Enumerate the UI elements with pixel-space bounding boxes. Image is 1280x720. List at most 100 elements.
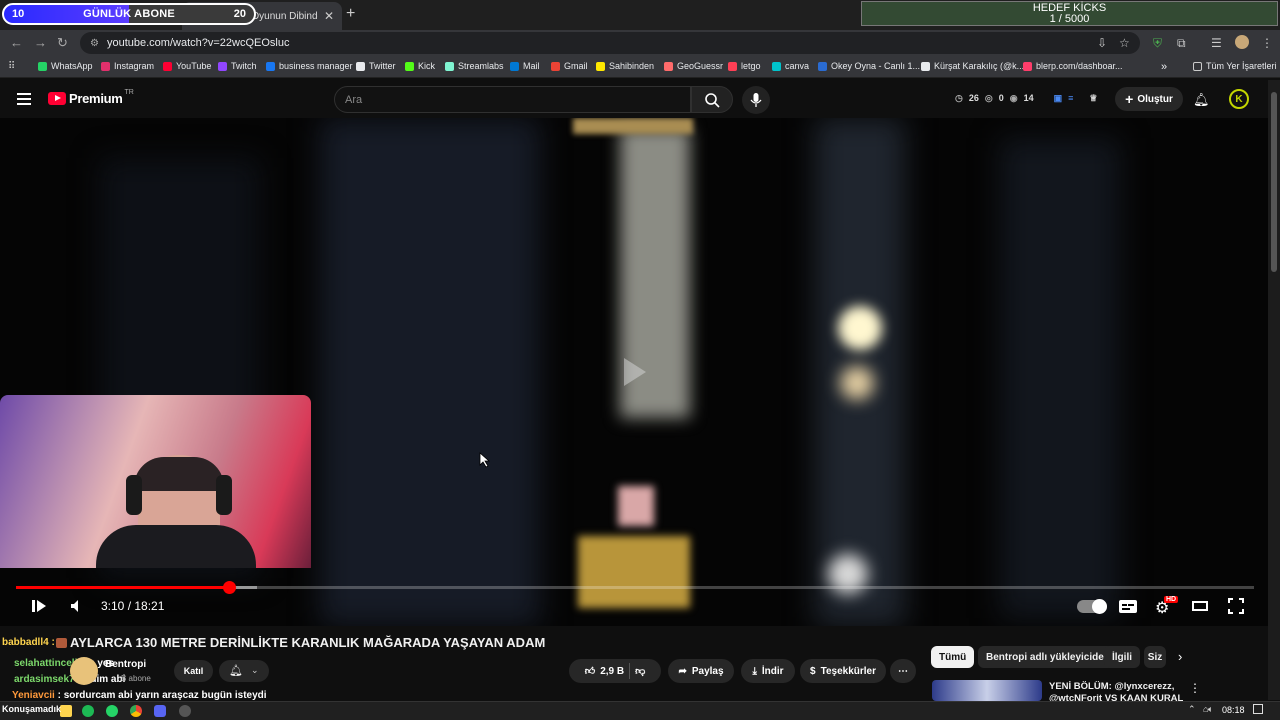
hamburger-menu-icon[interactable] bbox=[17, 93, 31, 105]
progress-scrubber[interactable] bbox=[222, 581, 236, 594]
recommendation-title[interactable]: YENİ BÖLÜM: @lynxcerezz, bbox=[1049, 681, 1174, 692]
more-bookmarks-icon[interactable]: » bbox=[1161, 61, 1167, 73]
clock-time[interactable]: 08:18 bbox=[1222, 705, 1245, 715]
chip-related[interactable]: İlgili bbox=[1104, 646, 1140, 668]
bookmark-instagram[interactable]: Instagram bbox=[101, 61, 154, 71]
account-avatar[interactable]: K bbox=[1229, 89, 1249, 109]
forward-icon[interactable]: → bbox=[34, 35, 47, 50]
reload-icon[interactable]: ↻ bbox=[57, 35, 68, 51]
more-actions-button[interactable]: ⋯ bbox=[890, 659, 916, 683]
youtube-premium-logo[interactable]: Premium TR bbox=[48, 89, 134, 106]
thanks-button[interactable]: $ Teşekkürler bbox=[800, 659, 886, 683]
outlook-icon bbox=[510, 61, 519, 71]
discord-icon[interactable] bbox=[154, 705, 166, 717]
translate-icon[interactable]: ▣ bbox=[1054, 93, 1063, 104]
notification-center-icon[interactable] bbox=[1253, 704, 1263, 714]
recommendation-thumbnail[interactable] bbox=[932, 680, 1042, 701]
streamlabs-icon bbox=[445, 61, 454, 71]
profile-avatar-icon[interactable] bbox=[1235, 35, 1249, 49]
page-scrollbar[interactable] bbox=[1268, 80, 1280, 700]
subs-label: GÜNLÜK ABONE bbox=[83, 8, 175, 20]
speaker-icon[interactable]: 🔈︎ bbox=[1208, 704, 1213, 715]
new-tab-icon[interactable]: + bbox=[346, 6, 355, 22]
voice-search-button[interactable] bbox=[742, 86, 770, 114]
bookmark-okey[interactable]: Okey Oyna - Canlı 1... bbox=[818, 61, 920, 71]
chip-all[interactable]: Tümü bbox=[931, 646, 975, 668]
thumbs-down-icon[interactable]: 👎︎ bbox=[635, 665, 645, 677]
bookmark-twitter[interactable]: Twitter bbox=[356, 61, 396, 71]
reading-list-icon[interactable]: ☰ bbox=[1211, 36, 1222, 50]
search-placeholder: Ara bbox=[345, 94, 363, 106]
settings-button[interactable]: ⚙ HD bbox=[1155, 596, 1179, 618]
recommendation-title-2[interactable]: @wtcNForit VS KAAN KURAL bbox=[1049, 693, 1183, 701]
video-title: AYLARCA 130 METRE DERİNLİKTE KARANLIK MA… bbox=[70, 635, 546, 650]
search-input[interactable]: Ara bbox=[334, 86, 691, 113]
bookmark-canva[interactable]: canva bbox=[772, 61, 809, 71]
tab-close-icon[interactable]: ✕ bbox=[324, 9, 334, 23]
bookmark-geoguessr[interactable]: GeoGuessr bbox=[664, 61, 723, 71]
all-bookmarks-folder[interactable]: Tüm Yer İşaretleri bbox=[1193, 61, 1277, 71]
bookmark-gmail[interactable]: Gmail bbox=[551, 61, 588, 71]
notifications-icon[interactable]: 🔔︎ bbox=[1193, 92, 1210, 108]
chevron-right-icon[interactable]: › bbox=[1178, 649, 1182, 664]
browser-menu-icon[interactable]: ⋮ bbox=[1261, 36, 1273, 50]
time-display: 3:10 / 18:21 bbox=[101, 599, 165, 613]
scrollbar-thumb[interactable] bbox=[1271, 92, 1277, 272]
channel-avatar[interactable] bbox=[70, 657, 98, 685]
back-icon[interactable]: ← bbox=[10, 35, 23, 50]
spotify-icon[interactable] bbox=[82, 705, 94, 717]
create-button[interactable]: + Oluştur bbox=[1115, 87, 1183, 111]
bookmark-whatsapp[interactable]: WhatsApp bbox=[38, 61, 93, 71]
list-icon[interactable]: ≡ bbox=[1068, 93, 1073, 104]
fullscreen-icon[interactable] bbox=[1228, 598, 1244, 614]
bookmark-business-manager[interactable]: business manager bbox=[266, 61, 353, 71]
obs-icon[interactable] bbox=[179, 705, 191, 717]
progress-bar[interactable] bbox=[16, 581, 1254, 594]
bookmark-youtube[interactable]: YouTube bbox=[163, 61, 211, 71]
tray-chevron-icon[interactable]: ⌃ bbox=[1188, 704, 1196, 715]
like-button[interactable]: 👍︎ 2,9 B bbox=[585, 665, 624, 678]
share-button[interactable]: ➦ Paylaş bbox=[668, 659, 734, 683]
chip-from-uploader[interactable]: Bentropi adlı yükleyiciden bbox=[978, 646, 1118, 668]
bookmark-tiktok[interactable]: Kürşat Karakılıç (@k... bbox=[921, 61, 1024, 71]
channel-name[interactable]: Bentropi bbox=[105, 659, 146, 670]
whatsapp-taskbar-icon[interactable] bbox=[106, 705, 118, 717]
subtitles-icon[interactable] bbox=[1118, 599, 1138, 614]
subscribe-bell-button[interactable]: 🔔︎ ⌄ bbox=[219, 660, 269, 682]
chat-line-3: ardasimsek7 : Adim abi bbox=[14, 674, 126, 685]
search-button[interactable] bbox=[691, 86, 733, 113]
bookmark-kick[interactable]: Kick bbox=[405, 61, 435, 71]
file-explorer-icon[interactable] bbox=[60, 705, 72, 717]
autoplay-knob-icon bbox=[1092, 599, 1107, 614]
extensions-icon[interactable]: ⧉ bbox=[1177, 36, 1186, 51]
scene-wall-right bbox=[1000, 138, 1120, 618]
chip-for-you[interactable]: Siz bbox=[1144, 646, 1166, 668]
url-bar[interactable]: ⚙ youtube.com/watch?v=22wcQEOsluc bbox=[80, 32, 1140, 54]
bookmark-twitch[interactable]: Twitch bbox=[218, 61, 257, 71]
headphone-right-icon bbox=[216, 475, 232, 515]
trophy-icon[interactable]: ♕ bbox=[1089, 93, 1097, 104]
autoplay-toggle[interactable] bbox=[1077, 599, 1107, 614]
site-info-icon[interactable]: ⚙ bbox=[90, 38, 99, 49]
theater-mode-icon[interactable] bbox=[1192, 601, 1208, 611]
bookmark-letgo[interactable]: letgo bbox=[728, 61, 761, 71]
chat-user-1: babbadll4 : bbox=[2, 637, 55, 648]
chrome-icon[interactable] bbox=[130, 705, 142, 717]
bookmark-mail[interactable]: Mail bbox=[510, 61, 540, 71]
join-button[interactable]: Katıl bbox=[174, 660, 213, 682]
divider bbox=[629, 663, 631, 679]
play-button-icon[interactable] bbox=[30, 598, 48, 614]
install-app-icon[interactable]: ⇩ bbox=[1097, 36, 1107, 50]
apps-grid-icon[interactable]: ⠿ bbox=[8, 61, 15, 72]
url-text: youtube.com/watch?v=22wcQEOsluc bbox=[106, 37, 290, 49]
download-button[interactable]: ⤓ İndir bbox=[741, 659, 795, 683]
shield-extension-icon[interactable]: ⛨ bbox=[1153, 36, 1162, 51]
bookmark-star-icon[interactable]: ☆ bbox=[1119, 36, 1130, 50]
bookmark-sahibinden[interactable]: Sahibinden bbox=[596, 61, 654, 71]
recommendation-menu-icon[interactable]: ⋮ bbox=[1189, 681, 1201, 695]
bookmark-streamlabs[interactable]: Streamlabs bbox=[445, 61, 504, 71]
bookmark-blerp[interactable]: blerp.com/dashboar... bbox=[1023, 61, 1123, 71]
microphone-icon bbox=[750, 93, 762, 107]
address-bar-row: ← → ↻ ⚙ youtube.com/watch?v=22wcQEOsluc … bbox=[0, 30, 1280, 56]
volume-icon[interactable] bbox=[70, 599, 86, 613]
